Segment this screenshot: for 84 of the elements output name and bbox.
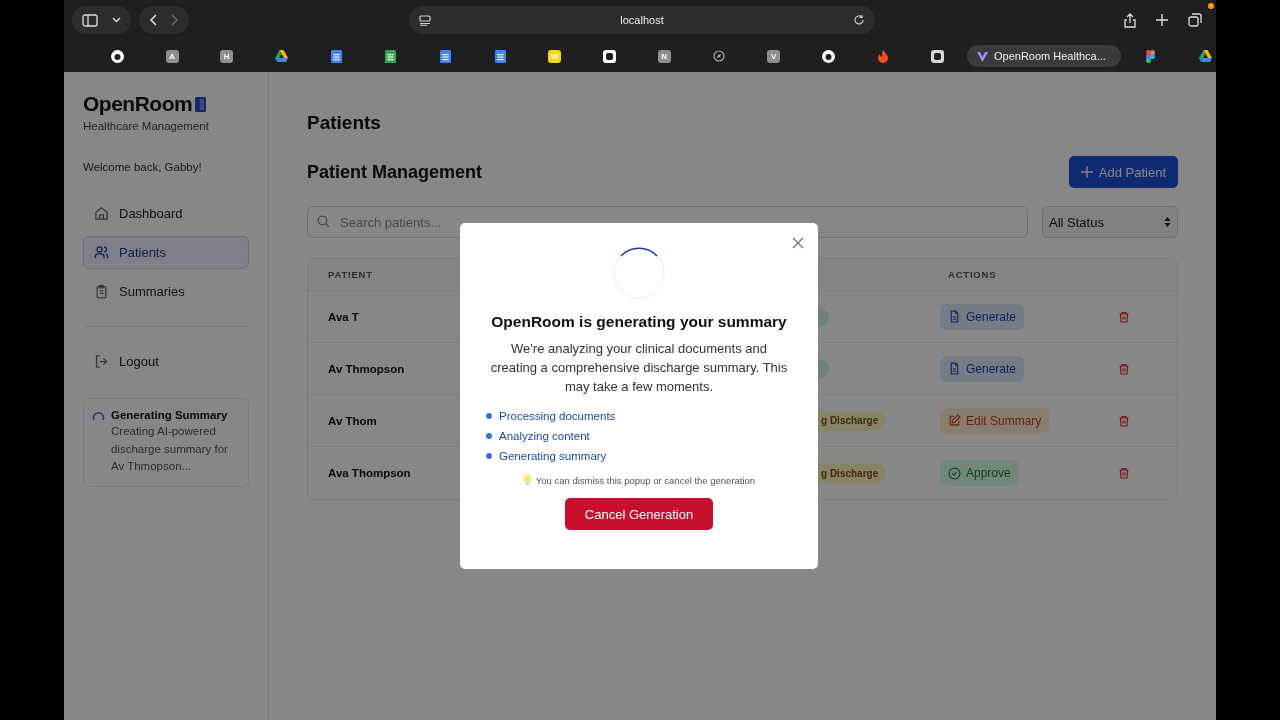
trash-icon [1118, 414, 1130, 427]
share-icon [1124, 12, 1136, 28]
pencil-square-icon [948, 414, 961, 427]
letter-favicon: N [657, 49, 671, 63]
status-filter[interactable]: All Status [1042, 206, 1178, 238]
back-icon [149, 14, 157, 26]
sidebar-toggle-button[interactable] [72, 6, 131, 34]
patient-name: Ava T [328, 310, 359, 323]
nav-item[interactable]: Dashboard [83, 197, 249, 230]
delete-button[interactable] [1118, 467, 1130, 479]
page-title: Patients [307, 112, 382, 134]
step-text: Analyzing content [499, 430, 590, 442]
notification-dot [1208, 3, 1214, 9]
figma-icon [1145, 49, 1155, 63]
action-button[interactable]: Edit Summary [940, 407, 1050, 434]
plus-icon [1080, 166, 1093, 178]
column-header: PATIENT [327, 269, 374, 280]
lightbulb-icon [522, 474, 532, 486]
patient-name: Ava Thompson [328, 467, 411, 479]
logout-button[interactable]: Logout [83, 345, 249, 378]
action-button[interactable]: Generate [940, 355, 1025, 382]
v-logo-icon [977, 50, 988, 62]
url-text: localhost [620, 14, 664, 26]
action-button[interactable]: Approve [940, 460, 1019, 486]
step-dot [486, 453, 492, 459]
trash-icon [1118, 362, 1130, 375]
sidebar-icon [82, 13, 98, 27]
chevron-down-icon [112, 17, 121, 23]
spinner-icon [613, 247, 665, 299]
welcome-text: Welcome back, Gabby! [83, 161, 203, 173]
trash-icon [1118, 310, 1130, 323]
step-dot [486, 413, 492, 419]
progress-text: Creating AI-powered discharge summary for Av Thmopson... [111, 424, 229, 474]
spinner-icon [92, 410, 105, 423]
triangle-icon [274, 50, 288, 62]
close-icon [792, 237, 804, 249]
nav-item[interactable]: Summaries [83, 275, 249, 308]
check-circle-icon [948, 466, 961, 480]
close-button[interactable] [792, 237, 804, 249]
page-icon [419, 14, 431, 26]
patient-name: Av Thom [328, 414, 377, 427]
updown-icon [1164, 216, 1171, 228]
step-text: Processing documents [499, 410, 616, 422]
delete-button[interactable] [1118, 310, 1130, 323]
letter-favicon: A [165, 49, 179, 63]
address-bar[interactable]: localhost [409, 6, 875, 34]
document-icon [948, 310, 961, 323]
search-icon [317, 215, 330, 228]
progress-title: Generating Summary [111, 409, 229, 421]
step-dot [486, 433, 492, 439]
add-patient-button[interactable]: Add Patient [1068, 156, 1178, 188]
dialog-text: We're analyzing your clinical documents and creating a comprehensive discharge summary. This may take a few moments. [489, 340, 789, 396]
column-header: ACTIONS [948, 269, 997, 280]
letter-favicon: H [220, 49, 234, 63]
brand-name: OpenRoom [83, 92, 193, 116]
compass-icon [712, 50, 725, 62]
dialog-title: OpenRoom is generating your summary [491, 313, 787, 331]
delete-button[interactable] [1118, 362, 1130, 375]
reload-icon [853, 14, 865, 26]
document-icon [948, 362, 961, 375]
cancel-button[interactable]: Cancel Generation [565, 498, 713, 530]
hint-text: You can dismiss this popup or cancel the generation [535, 474, 756, 486]
logout-icon [94, 354, 109, 369]
forward-icon [171, 14, 179, 26]
clipboard-icon [94, 284, 109, 299]
navigation-buttons[interactable] [139, 6, 189, 34]
delete-button[interactable] [1118, 414, 1130, 427]
letter-favicon: W [548, 49, 562, 63]
step-text: Generating summary [499, 450, 607, 462]
patient-name: Av Thmopson [328, 362, 405, 375]
flame-icon [876, 49, 889, 63]
nav-item[interactable]: Patients [83, 236, 249, 269]
browser-tab[interactable]: OpenRoom Healthca... [967, 45, 1121, 67]
trash-icon [1118, 467, 1130, 479]
people-icon [94, 245, 109, 260]
action-button[interactable]: Generate [940, 303, 1025, 330]
plus-icon [1156, 14, 1168, 26]
door-icon [195, 96, 207, 112]
brand-subtitle: Healthcare Management [83, 120, 210, 132]
triangle-icon [1198, 50, 1212, 62]
letter-favicon: V [767, 49, 781, 63]
home-icon [94, 206, 109, 221]
section-title: Patient Management [307, 161, 483, 183]
tabs-icon [1188, 13, 1202, 27]
